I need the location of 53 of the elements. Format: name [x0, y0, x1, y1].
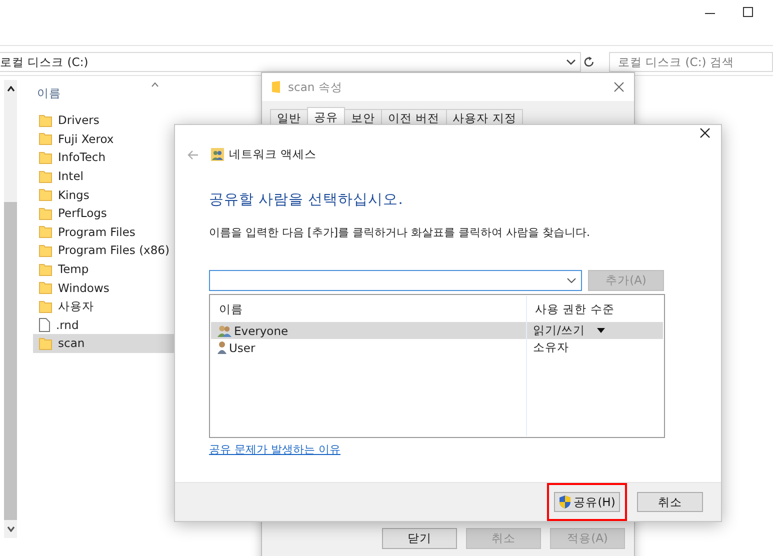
refresh-icon[interactable]: [583, 56, 595, 68]
user-name: User: [229, 340, 256, 354]
folder-icon: [39, 150, 52, 164]
folder-icon: [39, 262, 52, 276]
table-row[interactable]: Everyone 읽기/쓰기: [211, 322, 663, 339]
minimize-icon[interactable]: [705, 12, 715, 14]
scroll-up-icon[interactable]: [6, 86, 14, 92]
search-field[interactable]: 로컬 디스크 (C:) 검색: [609, 52, 773, 72]
scrollbar[interactable]: [4, 80, 17, 538]
file-icon: [39, 318, 50, 332]
help-link[interactable]: 공유 문제가 발생하는 이유: [209, 442, 340, 457]
folder-icon: [39, 206, 52, 220]
window-title: scan 속성: [288, 80, 344, 94]
folder-icon: [39, 300, 52, 313]
file-item[interactable]: Temp: [33, 260, 263, 278]
file-item[interactable]: Drivers: [33, 111, 263, 130]
people-icon: [211, 148, 224, 161]
address-bar[interactable]: 로컬 디스크 (C:): [0, 52, 582, 72]
column-header[interactable]: 사용 권한 수준: [527, 296, 663, 322]
file-item[interactable]: Windows: [33, 278, 263, 297]
folder-icon: [272, 81, 280, 93]
dialog-button[interactable]: 닫기: [382, 528, 457, 549]
folder-icon: [39, 132, 52, 146]
file-item[interactable]: Program Files (x86): [33, 241, 263, 260]
dialog-button[interactable]: 취소: [637, 492, 703, 512]
permission-level: 읽기/쓰기: [533, 323, 585, 338]
file-item[interactable]: Fuji Xerox: [33, 130, 263, 148]
folder-icon: [39, 336, 52, 350]
maximize-icon[interactable]: [743, 6, 753, 16]
column-header[interactable]: 이름: [37, 86, 61, 101]
dialog-button[interactable]: 공유(H): [554, 492, 620, 512]
folder-icon: [39, 244, 52, 257]
folder-icon: [39, 188, 52, 202]
scroll-down-icon[interactable]: [6, 526, 14, 532]
folder-icon: [39, 281, 52, 294]
folder-icon: [39, 114, 52, 127]
chevron-down-icon[interactable]: [567, 278, 576, 283]
close-icon[interactable]: [700, 128, 710, 138]
dialog-heading: 공유할 사람을 선택하십시오.: [208, 191, 404, 209]
scroll-thumb[interactable]: [4, 202, 17, 520]
shield-icon: [558, 495, 571, 509]
dialog-title: 네트워크 액세스: [229, 147, 317, 162]
permission-level: 소유자: [533, 340, 569, 355]
name-combo-box[interactable]: [209, 270, 582, 291]
people-icon: [217, 324, 232, 336]
folder-icon: [39, 170, 52, 183]
dropdown-arrow-icon[interactable]: [596, 328, 605, 333]
sort-caret-icon: [151, 82, 159, 87]
person-icon: [217, 341, 227, 354]
folder-icon: [39, 225, 52, 238]
chevron-down-icon[interactable]: [566, 59, 576, 65]
instruction-text: 이름을 입력한 다음 [추가]를 클릭하거나 화살표를 클릭하여 사람을 찾습니다.: [208, 225, 592, 240]
file-item[interactable]: Intel: [33, 166, 263, 186]
